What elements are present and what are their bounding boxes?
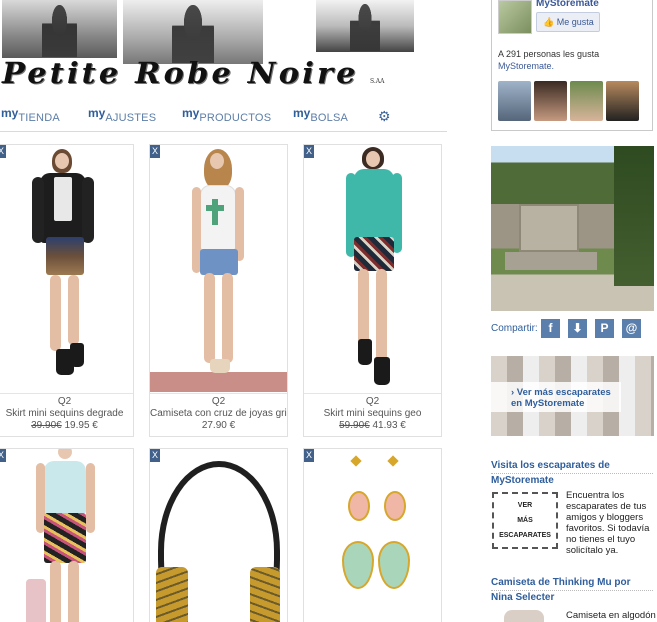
like-count-link[interactable]: MyStoremate. [498, 61, 554, 71]
button-line: ESCAPARATES [499, 532, 551, 539]
product-info: Q2 Skirt mini sequins degrade 39.90€ 19.… [0, 393, 133, 432]
brand-subtitle: S.AA [370, 78, 385, 85]
page-avatar[interactable] [498, 0, 532, 34]
gear-icon[interactable]: ⚙ [378, 109, 392, 123]
product-price: 19.95 € [64, 420, 98, 431]
banner-photo [316, 0, 414, 52]
divider [491, 590, 653, 591]
share-label: Compartir: [491, 323, 538, 334]
nav-prefix: my [1, 106, 19, 120]
cart-icon[interactable]: ⬇ [568, 319, 587, 338]
facebook-page-name[interactable]: MyStoremate [536, 0, 599, 9]
facebook-like-box: MyStoremate 👍 Me gusta A 291 personas le… [491, 0, 653, 131]
facebook-icon[interactable]: f [541, 319, 560, 338]
product-brand: Q2 [365, 396, 380, 407]
fan-avatar[interactable] [498, 81, 531, 121]
store-nav: myTIENDA myAJUSTES myPRODUCTOS myBOLSA ⚙ [0, 104, 447, 132]
showcase-link[interactable]: › Ver más escaparates en MyStoremate [511, 387, 611, 409]
product-brand: Q2 [211, 396, 226, 407]
showcase-line: › Ver más escaparates [511, 387, 611, 398]
product-card[interactable]: X Q2 Skirt mini sequins degrade 39.90€ 1… [0, 144, 134, 437]
close-icon[interactable]: X [150, 449, 160, 462]
showcase-line: en MyStoremate [511, 398, 585, 409]
ver-mas-button[interactable]: VER MÁS ESCAPARATES [492, 492, 558, 549]
fan-avatar[interactable] [606, 81, 639, 121]
product-card[interactable]: X [303, 448, 442, 622]
product-card[interactable]: X Q2 Skirt mini sequins geo 59.90€ 41.93… [303, 144, 442, 437]
email-icon[interactable]: @ [622, 319, 641, 338]
like-count: A 291 personas les gusta MyStoremate. [498, 48, 648, 72]
nav-tienda[interactable]: myTIENDA [1, 106, 60, 124]
like-button[interactable]: 👍 Me gusta [536, 12, 600, 32]
button-line: MÁS [517, 517, 533, 524]
product-image [0, 145, 133, 392]
product-image [304, 145, 441, 392]
product-price: 27.90 € [201, 420, 236, 431]
product-card[interactable]: X [0, 448, 134, 622]
close-icon[interactable]: X [0, 449, 6, 462]
nav-bolsa[interactable]: myBOLSA [293, 106, 348, 124]
nav-prefix: my [293, 106, 311, 120]
store-photo[interactable] [491, 146, 654, 311]
nav-label: AJUSTES [105, 112, 157, 124]
nav-label: TIENDA [18, 112, 60, 124]
product-info: Q2 Skirt mini sequins geo 59.90€ 41.93 € [304, 393, 441, 432]
button-line: VER [517, 502, 533, 509]
product-old-price: 39.90€ [31, 420, 62, 431]
nav-productos[interactable]: myPRODUCTOS [182, 106, 271, 124]
like-count-text: A 291 personas les gusta [498, 49, 600, 59]
product-card[interactable]: X Q2 Camiseta con cruz de joyas gris 27.… [149, 144, 288, 437]
close-icon[interactable]: X [150, 145, 160, 158]
thumbs-up-icon: 👍 [543, 17, 555, 27]
brand-logo-text: Petite Robe Noire [2, 56, 359, 90]
visit-description: Encuentra los escaparates de tus amigos … [566, 490, 650, 556]
close-icon[interactable]: X [304, 145, 314, 158]
product-name[interactable]: Camiseta con cruz de joyas gris [150, 408, 287, 420]
product-name[interactable]: Skirt mini sequins geo [304, 408, 441, 420]
fan-avatar[interactable] [534, 81, 567, 121]
like-label: Me gusta [556, 17, 594, 27]
product-price: 41.93 € [372, 420, 406, 431]
close-icon[interactable]: X [304, 449, 314, 462]
nav-ajustes[interactable]: myAJUSTES [88, 106, 156, 124]
camiseta-thumbnail[interactable] [504, 610, 544, 622]
nav-prefix: my [88, 106, 106, 120]
divider [491, 473, 653, 474]
product-brand: Q2 [57, 396, 72, 407]
showcase-banner[interactable]: › Ver más escaparates en MyStoremate [491, 356, 654, 436]
banner-photo [123, 0, 263, 64]
product-old-price: 59.90€ [339, 420, 370, 431]
product-info: Q2 Camiseta con cruz de joyas gris 27.90… [150, 393, 287, 432]
product-image [150, 145, 287, 392]
brand-banner: Petite Robe Noire S.AA [0, 0, 420, 92]
nav-label: PRODUCTOS [199, 112, 272, 124]
pinterest-icon[interactable]: P [595, 319, 614, 338]
close-icon[interactable]: X [0, 145, 6, 158]
product-image [304, 449, 441, 622]
product-image [150, 449, 287, 622]
nav-label: BOLSA [310, 112, 349, 124]
product-card[interactable]: X [149, 448, 288, 622]
nav-prefix: my [182, 106, 200, 120]
banner-photo [2, 0, 117, 58]
product-name[interactable]: Skirt mini sequins degrade [0, 408, 133, 420]
product-image [0, 449, 133, 622]
fan-avatar[interactable] [570, 81, 603, 121]
camiseta-description: Camiseta en algodón [566, 610, 656, 621]
